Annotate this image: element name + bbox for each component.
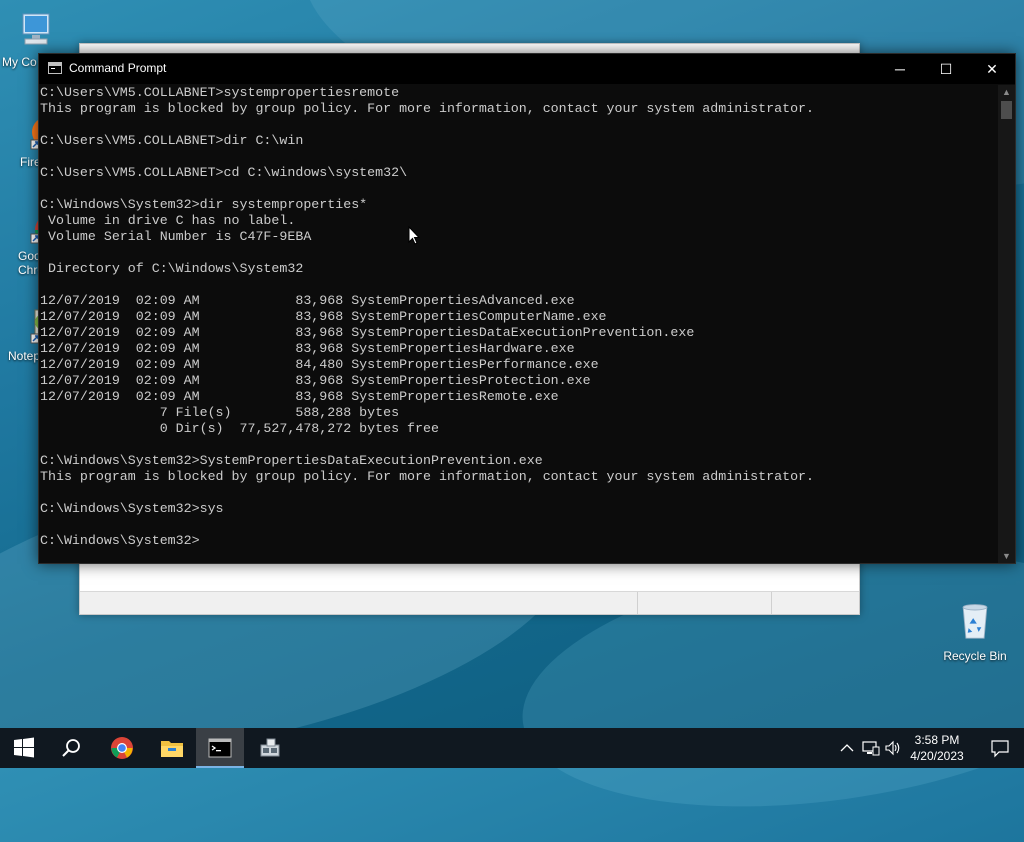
scroll-down-icon[interactable]: ▼	[998, 549, 1015, 563]
computer-icon	[22, 13, 50, 45]
windows-start-icon	[14, 737, 34, 758]
file-explorer-icon	[161, 741, 183, 757]
command-prompt-icon	[48, 62, 62, 74]
taskbar-chrome[interactable]	[98, 728, 146, 768]
console-line: 12/07/2019 02:09 AM 83,968 SystemPropert…	[40, 373, 591, 388]
recycle-bin-icon	[962, 604, 988, 639]
title-bar[interactable]: Command Prompt ─ ☐ ✕	[39, 54, 1015, 84]
taskbar-network-app[interactable]	[246, 728, 294, 768]
system-tray	[838, 728, 906, 768]
close-button[interactable]: ✕	[969, 54, 1015, 84]
maximize-button[interactable]: ☐	[923, 54, 969, 84]
status-separator	[637, 592, 638, 614]
console-line: 7 File(s) 588,288 bytes	[40, 405, 400, 420]
console-line: Volume in drive C has no label.	[40, 213, 296, 228]
search-button[interactable]	[48, 728, 96, 768]
taskbar-file-explorer[interactable]	[148, 728, 196, 768]
console-line: C:\Windows\System32>SystemPropertiesData…	[40, 453, 543, 468]
console-line: 0 Dir(s) 77,527,478,272 bytes free	[40, 421, 439, 436]
console-output[interactable]: C:\Users\VM5.COLLABNET>systempropertiesr…	[40, 85, 998, 563]
console-line: This program is blocked by group policy.…	[40, 469, 815, 484]
status-bar	[80, 591, 859, 614]
status-separator	[771, 592, 772, 614]
desktop-icon-label: Recycle Bin	[943, 649, 1007, 663]
command-prompt-icon	[208, 738, 232, 758]
console-line: 12/07/2019 02:09 AM 84,480 SystemPropert…	[40, 357, 599, 372]
volume-icon[interactable]	[885, 740, 903, 756]
chrome-icon	[111, 737, 133, 759]
network-icon[interactable]	[862, 740, 880, 756]
start-button[interactable]	[0, 728, 48, 768]
console-line: 12/07/2019 02:09 AM 83,968 SystemPropert…	[40, 389, 559, 404]
console-line: 12/07/2019 02:09 AM 83,968 SystemPropert…	[40, 309, 607, 324]
search-icon	[62, 739, 80, 757]
mouse-cursor-icon	[408, 226, 421, 245]
window-title: Command Prompt	[69, 61, 167, 75]
chevron-up-icon[interactable]	[839, 740, 855, 756]
console-line: Directory of C:\Windows\System32	[40, 261, 304, 276]
command-prompt-window[interactable]: Command Prompt ─ ☐ ✕ C:\Users\VM5.COLLAB…	[38, 53, 1016, 564]
console-line: 12/07/2019 02:09 AM 83,968 SystemPropert…	[40, 325, 695, 340]
taskbar-command-prompt[interactable]	[196, 728, 244, 768]
notification-icon	[991, 740, 1009, 758]
console-line: C:\Users\VM5.COLLABNET>systempropertiesr…	[40, 85, 400, 100]
console-line: C:\Users\VM5.COLLABNET>cd C:\windows\sys…	[40, 165, 408, 180]
console-line: C:\Users\VM5.COLLABNET>dir C:\win	[40, 133, 304, 148]
taskbar: 3:58 PM 4/20/2023	[0, 728, 1024, 768]
console-line: 12/07/2019 02:09 AM 83,968 SystemPropert…	[40, 341, 575, 356]
scroll-up-icon[interactable]: ▲	[998, 85, 1015, 99]
minimize-button[interactable]: ─	[877, 54, 923, 84]
clock-time: 3:58 PM	[914, 733, 960, 747]
console-line: C:\Windows\System32>sys	[40, 501, 224, 516]
console-line: Volume Serial Number is C47F-9EBA	[40, 229, 312, 244]
desktop-icon-recycle-bin[interactable]: Recycle Bin	[938, 600, 1012, 663]
console-line: C:\Windows\System32>	[40, 533, 200, 548]
network-app-icon	[260, 738, 280, 757]
console-line: 12/07/2019 02:09 AM 83,968 SystemPropert…	[40, 293, 575, 308]
console-line: This program is blocked by group policy.…	[40, 101, 815, 116]
scrollbar-thumb[interactable]	[1001, 101, 1012, 119]
action-center-button[interactable]	[976, 728, 1024, 768]
vertical-scrollbar[interactable]: ▲ ▼	[998, 85, 1015, 563]
clock[interactable]: 3:58 PM 4/20/2023	[902, 732, 972, 764]
console-line: C:\Windows\System32>dir systemproperties…	[40, 197, 368, 212]
clock-date: 4/20/2023	[910, 749, 964, 763]
